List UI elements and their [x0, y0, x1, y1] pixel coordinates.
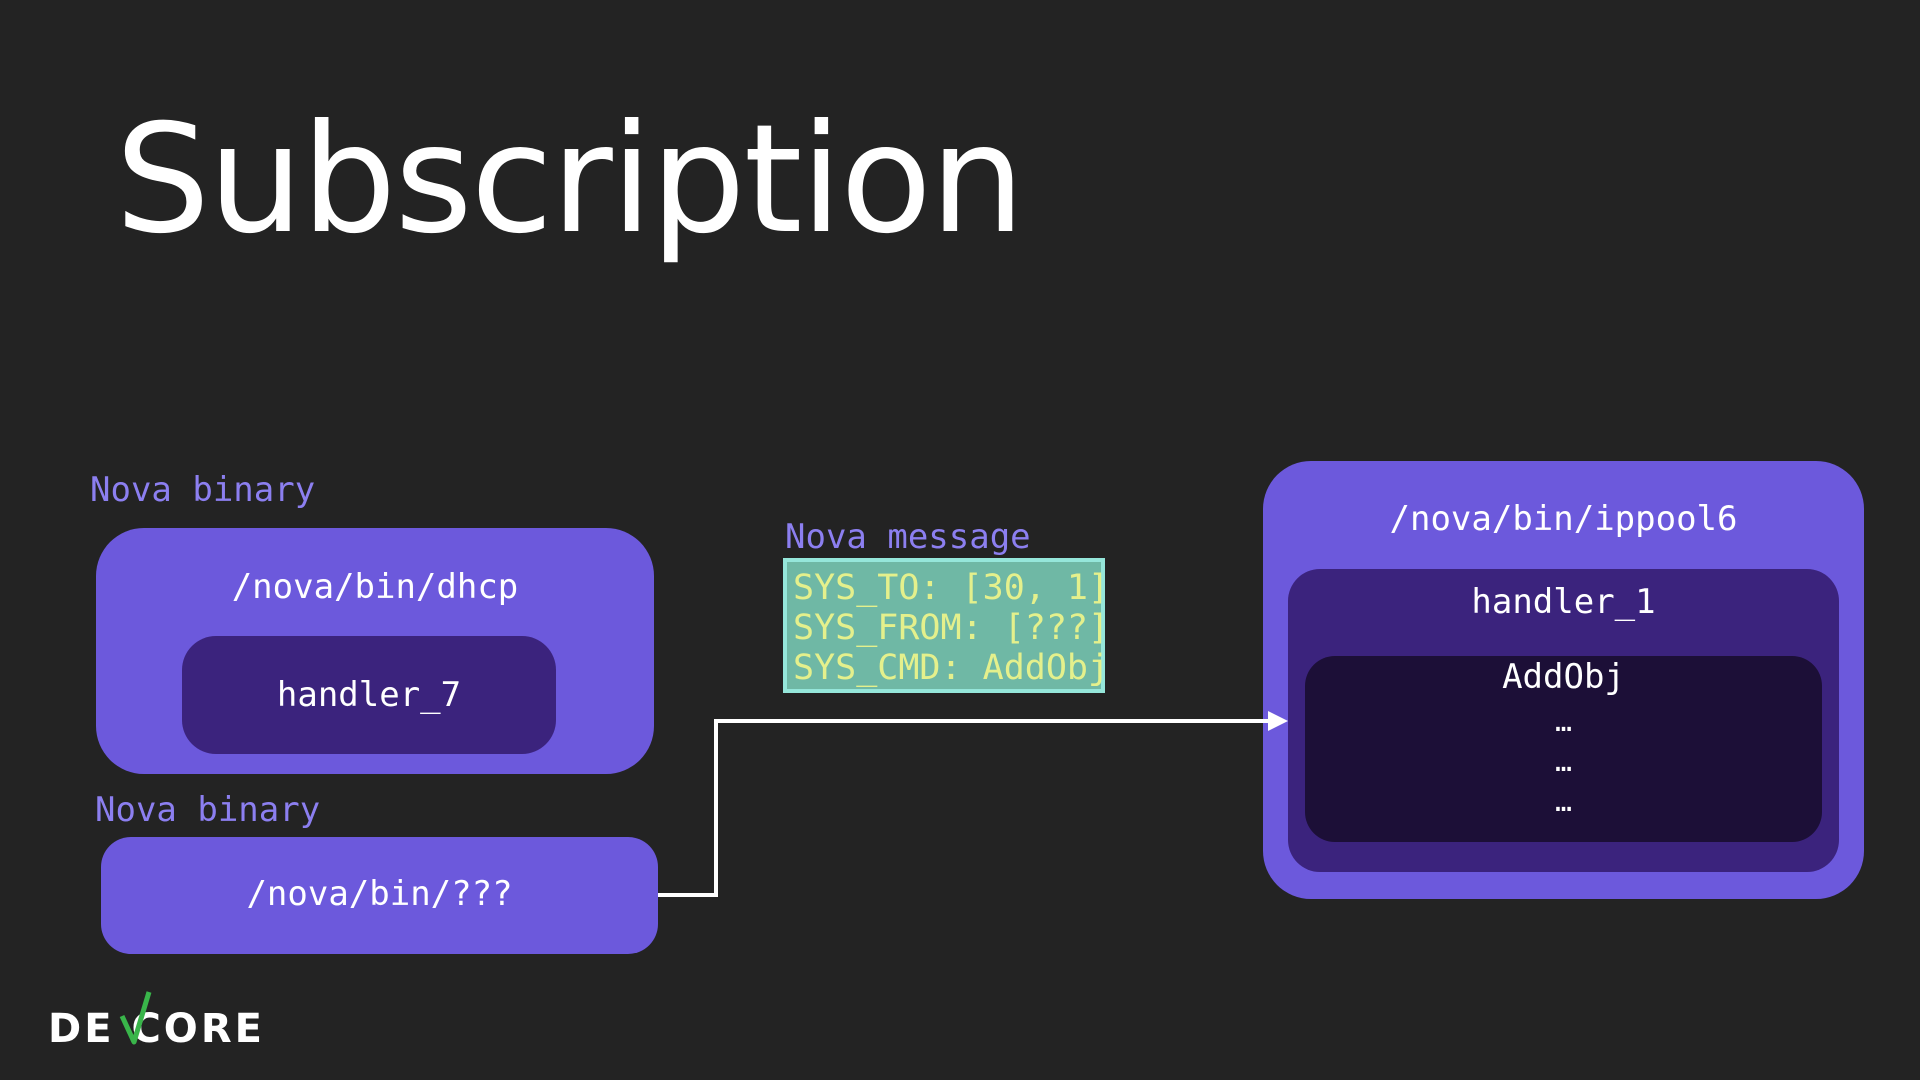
handler-1-box: handler_1 AddObj … … … — [1288, 569, 1839, 872]
unknown-binary-box: /nova/bin/??? — [101, 837, 658, 954]
handler-1-label: handler_1 — [1471, 582, 1656, 622]
devcore-logo: DE CORE — [48, 991, 265, 1050]
slide: Subscription Nova binary /nova/bin/dhcp … — [0, 0, 1920, 1080]
ellipsis-2: … — [1555, 745, 1572, 778]
nova-message-box: SYS_TO: [30, 1] SYS_FROM: [???] SYS_CMD:… — [783, 558, 1110, 693]
message-sys-from: SYS_FROM: [???] — [793, 608, 1110, 648]
handler-7-box: handler_7 — [182, 636, 556, 754]
addobj-command-box: AddObj … … … — [1305, 656, 1822, 842]
unknown-binary-path: /nova/bin/??? — [246, 874, 513, 914]
nova-message-label: Nova message — [785, 517, 1031, 557]
message-sys-to: SYS_TO: [30, 1] — [793, 568, 1110, 608]
slide-title: Subscription — [115, 93, 1025, 267]
ippool6-binary-box: /nova/bin/ippool6 handler_1 AddObj … … … — [1263, 461, 1864, 899]
nova-binary-label-unknown: Nova binary — [95, 790, 321, 830]
ippool6-path: /nova/bin/ippool6 — [1389, 499, 1738, 539]
ellipsis-1: … — [1555, 705, 1572, 738]
dhcp-binary-box: /nova/bin/dhcp handler_7 — [96, 528, 654, 774]
dhcp-path: /nova/bin/dhcp — [231, 567, 519, 607]
devcore-logo-text: DE CORE — [48, 1006, 265, 1050]
handler-7-label: handler_7 — [276, 675, 462, 715]
message-sys-cmd: SYS_CMD: AddObj — [793, 648, 1110, 688]
addobj-label: AddObj — [1502, 657, 1625, 697]
ellipsis-3: … — [1555, 785, 1572, 818]
nova-binary-label-dhcp: Nova binary — [90, 470, 316, 510]
arrow-line — [658, 719, 1270, 897]
